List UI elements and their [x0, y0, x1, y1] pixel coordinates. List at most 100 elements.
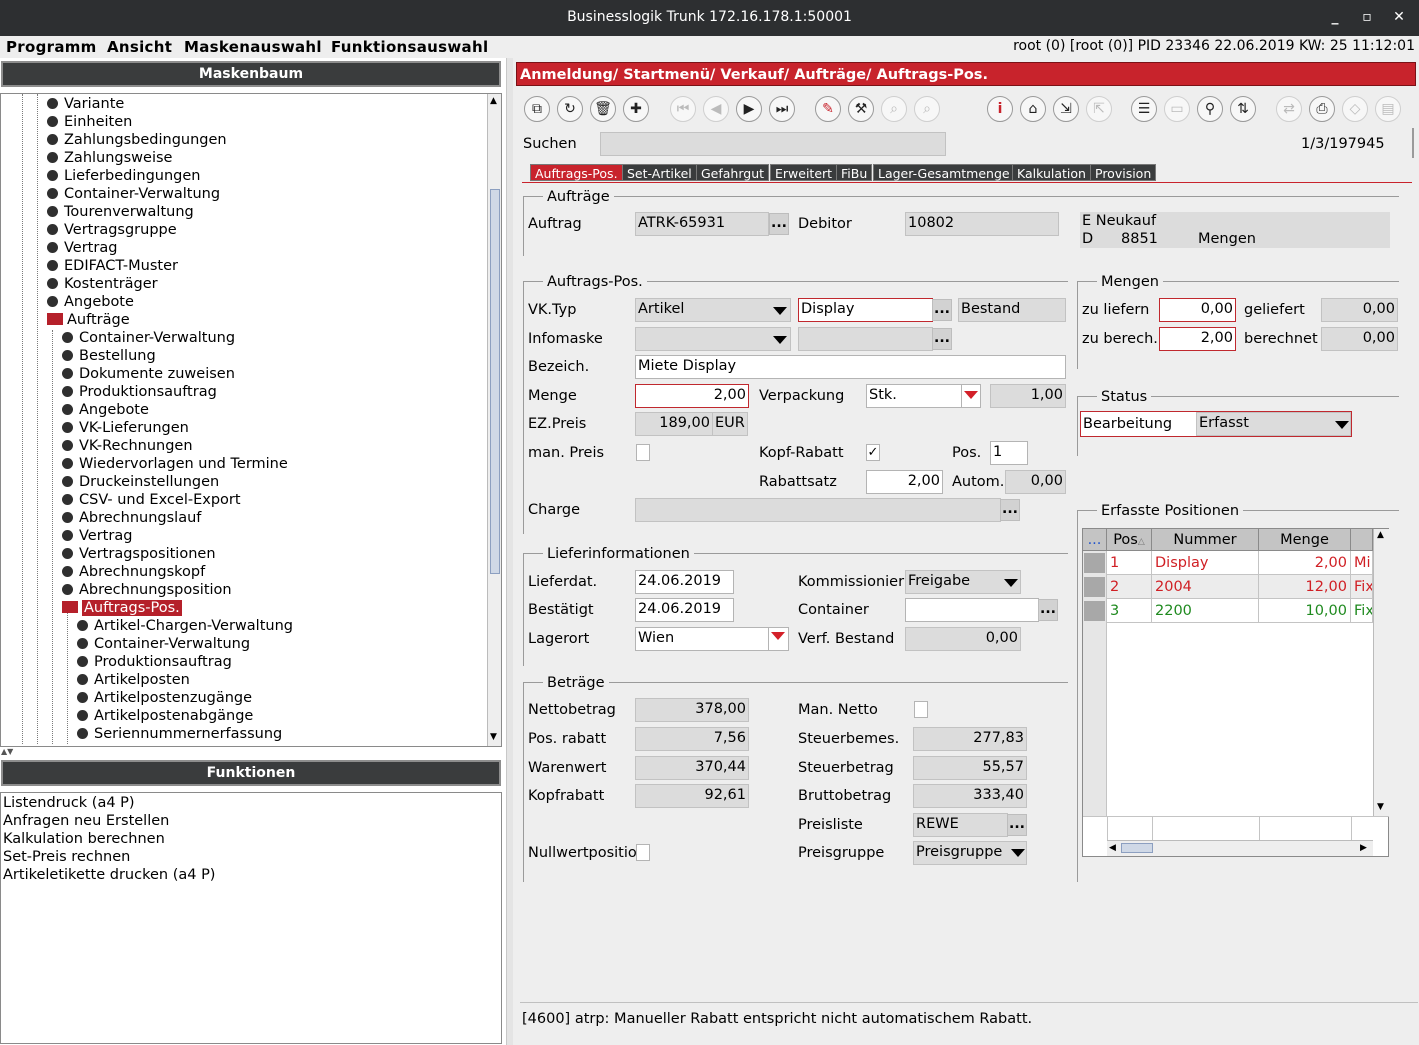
menu-programm[interactable]: Programm [6, 38, 97, 56]
container-field[interactable] [905, 598, 1039, 622]
tree-item[interactable]: VK-Lieferungen [62, 419, 189, 437]
vktyp-select[interactable]: Artikel [635, 298, 791, 322]
tree-item[interactable]: Druckeinstellungen [62, 473, 219, 491]
column-header-pos[interactable]: Pos△ [1107, 529, 1152, 551]
column-header-nummer[interactable]: Nummer [1152, 529, 1259, 551]
bezeich-field[interactable]: Miete Display [635, 355, 1066, 379]
doc-icon[interactable]: ▤ [1375, 96, 1401, 122]
kopfrabatt-checkbox[interactable]: ✓ [866, 444, 880, 461]
prev-icon[interactable]: ◀ [703, 96, 729, 122]
tree-item[interactable]: Kostenträger [47, 275, 158, 293]
tree-item[interactable]: Artikelpostenzugänge [77, 689, 252, 707]
tree-item[interactable]: Abrechnungsposition [62, 581, 232, 599]
tree-item[interactable]: Artikel-Chargen-Verwaltung [77, 617, 293, 635]
table-cell-nummer[interactable]: Display [1152, 551, 1259, 575]
table-hscrollbar[interactable]: ◀ ▶ [1107, 840, 1373, 856]
tree-item[interactable]: VK-Rechnungen [62, 437, 193, 455]
table-header-corner[interactable]: ... [1083, 529, 1107, 551]
tree-item[interactable]: Vertragsgruppe [47, 221, 177, 239]
artikel-lookup-button[interactable]: ... [932, 299, 952, 321]
preisliste-lookup-button[interactable]: ... [1007, 814, 1027, 836]
function-item[interactable]: Anfragen neu Erstellen [3, 812, 169, 830]
table-cell-menge[interactable]: 12,00 [1259, 575, 1351, 599]
tab-set-artikel[interactable]: Set-Artikel [622, 164, 697, 181]
function-item[interactable]: Set-Preis rechnen [3, 848, 130, 866]
function-item[interactable]: Artikeletikette drucken (a4 P) [3, 866, 215, 884]
tree-item[interactable]: CSV- und Excel-Export [62, 491, 241, 509]
tree-item[interactable]: Angebote [47, 293, 134, 311]
maximize-button[interactable]: ▫ [1358, 8, 1376, 26]
tree-item[interactable]: Vertrag [47, 239, 117, 257]
artikel-field[interactable]: Display [798, 298, 933, 322]
chevron-down-icon[interactable] [771, 632, 785, 640]
tree-item[interactable]: Container-Verwaltung [77, 635, 250, 653]
chevron-down-icon[interactable] [1011, 849, 1025, 857]
lagerort-select[interactable]: Wien [635, 627, 769, 651]
print-icon[interactable]: ⎙ [1309, 96, 1335, 122]
info-icon[interactable]: i [987, 96, 1013, 122]
column-header-extra[interactable] [1351, 529, 1373, 551]
status-select[interactable]: Erfasst [1196, 412, 1351, 436]
function-item[interactable]: Kalkulation berechnen [3, 830, 165, 848]
tree-item[interactable]: Artikelposten [77, 671, 190, 689]
menu-maskenauswahl[interactable]: Maskenauswahl [184, 38, 322, 56]
tree-item[interactable]: Abrechnungslauf [62, 509, 201, 527]
tree-item[interactable]: Abrechnungskopf [62, 563, 205, 581]
chevron-down-icon[interactable] [1335, 421, 1349, 429]
refresh-icon[interactable]: ↻ [557, 96, 583, 122]
minimize-button[interactable]: _ [1326, 8, 1344, 26]
find-a-icon[interactable]: ⌕ [881, 96, 907, 122]
tree-item[interactable]: Seriennummernerfassung [77, 725, 282, 743]
infomaske-lookup-button[interactable]: ... [932, 328, 952, 350]
table-cell-pos[interactable]: 2 [1107, 575, 1152, 599]
table-hscroll-thumb[interactable] [1121, 843, 1153, 853]
row-selector[interactable] [1084, 553, 1105, 573]
menu-ansicht[interactable]: Ansicht [107, 38, 172, 56]
first-icon[interactable]: ⏮ [670, 96, 696, 122]
splitter-arrows-icon[interactable]: ▲▼ [1, 747, 31, 757]
scroll-up-icon[interactable]: ▲ [490, 96, 497, 106]
swap-icon[interactable]: ⇄ [1276, 96, 1302, 122]
tab-auftrags-pos[interactable]: Auftrags-Pos. [530, 164, 623, 181]
rabattsatz-field[interactable]: 2,00 [866, 470, 943, 494]
sort-icon[interactable]: ⇅ [1230, 96, 1256, 122]
tree-scroll-thumb[interactable] [490, 189, 500, 574]
auftrag-lookup-button[interactable]: ... [769, 213, 789, 235]
container-lookup-button[interactable]: ... [1038, 599, 1058, 621]
tab-gefahrgut[interactable]: Gefahrgut [696, 164, 770, 181]
next-icon[interactable]: ▶ [736, 96, 762, 122]
tab-erweitert[interactable]: Erweitert [770, 164, 838, 181]
table-cell-extra[interactable]: Fix [1351, 599, 1373, 623]
scroll-down-icon[interactable]: ▼ [490, 732, 497, 742]
add-icon[interactable]: ✚ [623, 96, 649, 122]
tree-item[interactable]: Bestellung [62, 347, 156, 365]
tree-item[interactable]: Produktionsauftrag [62, 383, 217, 401]
scroll-down-icon[interactable]: ▼ [1377, 802, 1384, 812]
tree-item[interactable]: Einheiten [47, 113, 132, 131]
scroll-left-icon[interactable]: ◀ [1109, 843, 1116, 853]
home-icon[interactable]: ⌂ [1020, 96, 1046, 122]
table-cell-menge[interactable]: 10,00 [1259, 599, 1351, 623]
charge-lookup-button[interactable]: ... [1000, 499, 1020, 521]
tool-icon[interactable]: ⚒ [848, 96, 874, 122]
list-icon[interactable]: ☰ [1131, 96, 1157, 122]
table-cell-extra[interactable]: Fix [1351, 575, 1373, 599]
tree-item[interactable]: Variante [47, 95, 124, 113]
tab-kalkulation[interactable]: Kalkulation [1012, 164, 1091, 181]
chevron-down-icon[interactable] [1004, 579, 1018, 587]
tree-scrollbar[interactable]: ▲ ▼ [487, 94, 501, 746]
row-selector[interactable] [1084, 601, 1105, 621]
import-icon[interactable]: ⇲ [1053, 96, 1079, 122]
table-cell-pos[interactable]: 1 [1107, 551, 1152, 575]
tree-item[interactable]: EDIFACT-Muster [47, 257, 178, 275]
pos-field[interactable]: 1 [990, 441, 1028, 465]
tab-provision[interactable]: Provision [1090, 164, 1157, 181]
tree-item[interactable]: Wiedervorlagen und Termine [62, 455, 288, 473]
bestaetigt-field[interactable]: 24.06.2019 [635, 598, 734, 622]
tree-item[interactable]: Artikelpostenabgänge [77, 707, 253, 725]
tree-item[interactable]: Produktionsauftrag [77, 653, 232, 671]
tree-item[interactable]: Vertrag [62, 527, 132, 545]
tree-item[interactable]: Angebote [62, 401, 149, 419]
chevron-down-icon[interactable] [964, 391, 978, 399]
tree-item[interactable]: Lieferbedingungen [47, 167, 200, 185]
